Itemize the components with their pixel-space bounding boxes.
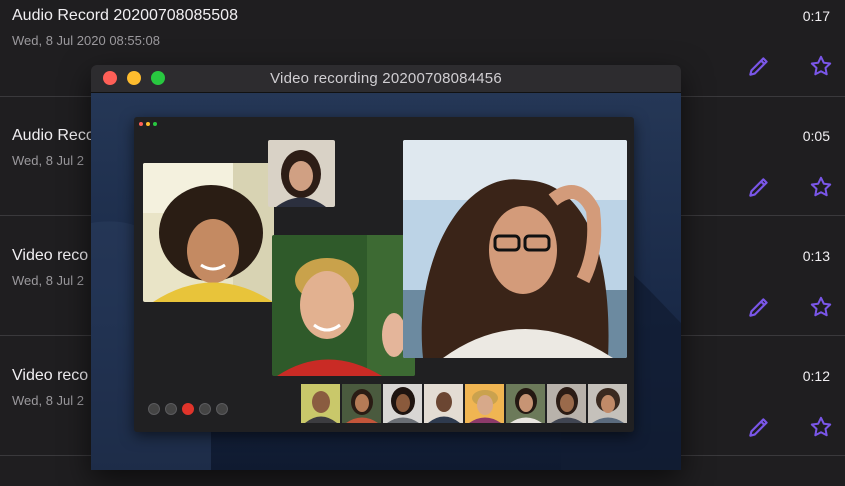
- pencil-icon: [749, 298, 768, 317]
- call-controls: [148, 403, 228, 415]
- recording-duration: 0:12: [802, 368, 830, 384]
- recording-duration: 0:05: [802, 128, 830, 144]
- edit-button[interactable]: [744, 292, 774, 322]
- favorite-button[interactable]: [806, 172, 836, 202]
- recording-duration: 0:13: [802, 248, 830, 264]
- star-outline-icon: [810, 296, 832, 317]
- mini-minimize-dot: [146, 122, 150, 126]
- participant-tile-2: [268, 140, 335, 207]
- recording-title: Video reco: [12, 247, 89, 264]
- mini-close-dot: [139, 122, 143, 126]
- edit-button[interactable]: [744, 51, 774, 81]
- video-frame[interactable]: [91, 93, 681, 470]
- facetime-window: [134, 117, 634, 432]
- star-outline-icon: [810, 55, 832, 76]
- window-title: Video recording 20200708084456: [270, 70, 502, 87]
- favorite-button[interactable]: [806, 51, 836, 81]
- recording-date: Wed, 8 Jul 2: [12, 273, 85, 288]
- participant-thumbnail: [465, 384, 504, 423]
- participant-tile-4: [403, 140, 627, 358]
- recording-title: Video reco: [12, 367, 89, 384]
- participant-thumbnail: [424, 384, 463, 423]
- window-titlebar[interactable]: Video recording 20200708084456: [91, 65, 681, 93]
- participant-strip: [301, 384, 627, 423]
- participant-thumbnail: [342, 384, 381, 423]
- mute-icon: [165, 403, 177, 415]
- camera-icon: [199, 403, 211, 415]
- edit-button[interactable]: [744, 412, 774, 442]
- favorite-button[interactable]: [806, 412, 836, 442]
- pencil-icon: [749, 418, 768, 437]
- recording-date: Wed, 8 Jul 2020 08:55:08: [12, 33, 160, 48]
- mini-zoom-dot: [153, 122, 157, 126]
- participant-thumbnail: [383, 384, 422, 423]
- participant-thumbnail: [547, 384, 586, 423]
- fullscreen-icon: [216, 403, 228, 415]
- edit-button[interactable]: [744, 172, 774, 202]
- pencil-icon: [749, 57, 768, 76]
- recording-duration: 0:17: [802, 8, 830, 24]
- participant-tile-3: [272, 235, 415, 376]
- participant-thumbnail: [588, 384, 627, 423]
- participant-tile-1: [143, 163, 274, 302]
- star-outline-icon: [810, 416, 832, 437]
- video-player-window[interactable]: Video recording 20200708084456: [91, 65, 681, 470]
- favorite-button[interactable]: [806, 292, 836, 322]
- participant-thumbnail: [301, 384, 340, 423]
- pencil-icon: [749, 178, 768, 197]
- end-call-icon: [182, 403, 194, 415]
- sidebar-toggle-icon: [148, 403, 160, 415]
- participant-thumbnail: [506, 384, 545, 423]
- star-outline-icon: [810, 176, 832, 197]
- recording-date: Wed, 8 Jul 2: [12, 153, 85, 168]
- recording-date: Wed, 8 Jul 2: [12, 393, 85, 408]
- recording-title: Audio Record 20200708085508: [12, 7, 238, 24]
